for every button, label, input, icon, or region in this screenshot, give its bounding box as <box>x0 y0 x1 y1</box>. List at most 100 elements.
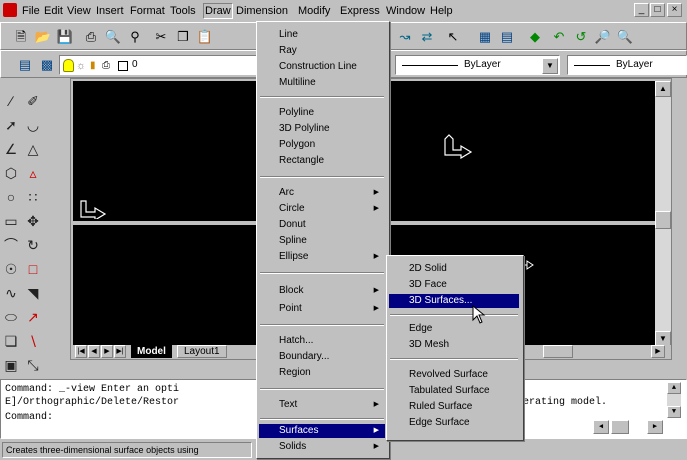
menu-item-ray[interactable]: Ray <box>259 44 385 58</box>
command-hscroll-right[interactable]: ▶ <box>647 420 663 434</box>
menu-item-donut[interactable]: Donut <box>259 218 385 232</box>
erase-icon[interactable]: ✐ <box>22 90 44 112</box>
polygon-icon[interactable]: ⬡ <box>0 162 22 184</box>
open-icon[interactable]: 📂 <box>33 27 53 47</box>
menu-item-point[interactable]: Point ▶ <box>259 302 385 316</box>
menu-item-circle[interactable]: Circle ▶ <box>259 202 385 216</box>
menu-express[interactable]: Express <box>340 4 380 18</box>
pan-icon[interactable]: ↶ <box>549 27 569 47</box>
spline-icon[interactable]: ∿ <box>0 282 22 304</box>
layer-dropdown[interactable]: ☼ ▮ ⎙ 0 <box>59 55 259 75</box>
scroll-up-arrow[interactable]: ▲ <box>667 382 681 394</box>
copy-object-icon[interactable]: ◡ <box>22 114 44 136</box>
menu-item-rectangle[interactable]: Rectangle <box>259 154 385 168</box>
vertical-scrollbar[interactable]: ▲ ▼ <box>655 81 671 347</box>
properties-icon[interactable]: ▦ <box>475 27 495 47</box>
line-icon[interactable]: ∕ <box>0 90 22 112</box>
chevron-down-icon[interactable]: ▼ <box>542 58 558 74</box>
menu-draw[interactable]: Draw <box>203 3 233 19</box>
viewport-top-right[interactable] <box>375 81 669 221</box>
menu-item-3d-polyline[interactable]: 3D Polyline <box>259 122 385 136</box>
menu-item-line[interactable]: Line <box>259 28 385 42</box>
circle-small-icon[interactable]: ○ <box>0 186 22 208</box>
circle-icon[interactable]: ☉ <box>0 258 22 280</box>
menu-edit[interactable]: Edit <box>44 4 63 18</box>
menu-help[interactable]: Help <box>430 4 453 18</box>
menu-item-edge-surface[interactable]: Edge Surface <box>389 416 519 430</box>
rectangle-icon[interactable]: ▭ <box>0 210 22 232</box>
command-prompt[interactable]: Command: <box>5 412 53 423</box>
redraw-icon[interactable]: ↝ <box>395 27 415 47</box>
minimize-button[interactable]: _ <box>634 3 649 17</box>
menu-item-construction-line[interactable]: Construction Line <box>259 60 385 74</box>
move-icon[interactable]: ✥ <box>22 210 44 232</box>
scale-icon[interactable]: □ <box>22 258 44 280</box>
restore-button[interactable]: □ <box>650 3 665 17</box>
tab-model[interactable]: Model <box>131 345 172 358</box>
menu-item-polyline[interactable]: Polyline <box>259 106 385 120</box>
scroll-up-arrow[interactable]: ▲ <box>655 81 671 97</box>
mirror-icon[interactable]: △ <box>22 138 44 160</box>
command-hscroll-thumb[interactable] <box>611 420 629 434</box>
menu-item-3d-surfaces[interactable]: 3D Surfaces... <box>389 294 519 308</box>
distance-icon[interactable]: ⇄ <box>417 27 437 47</box>
menu-item-hatch[interactable]: Hatch... <box>259 334 385 348</box>
menu-item-text[interactable]: Text ▶ <box>259 398 385 412</box>
polyline-icon[interactable]: ∠ <box>0 138 22 160</box>
scroll-right-arrow[interactable]: ▶ <box>651 345 665 358</box>
menu-file[interactable]: File <box>22 4 40 18</box>
menu-item-3d-mesh[interactable]: 3D Mesh <box>389 338 519 352</box>
extend-icon[interactable]: ⤡ <box>22 354 44 376</box>
menu-item-ellipse[interactable]: Ellipse ▶ <box>259 250 385 264</box>
make-current-icon[interactable]: ▩ <box>37 55 57 75</box>
print-icon[interactable]: ⎙ <box>81 27 101 47</box>
menu-tools[interactable]: Tools <box>170 4 196 18</box>
arc-icon[interactable]: ⌒ <box>0 234 22 256</box>
cut-icon[interactable]: ✂ <box>151 27 171 47</box>
menu-item-3d-face[interactable]: 3D Face <box>389 278 519 292</box>
lineweight-dropdown[interactable]: ByLayer <box>567 55 687 75</box>
offset-icon[interactable]: ▵ <box>22 162 44 184</box>
design-center-icon[interactable]: ▤ <box>497 27 517 47</box>
print-preview-icon[interactable]: 🔍 <box>103 27 123 47</box>
menu-modify[interactable]: Modify <box>298 4 330 18</box>
menu-window[interactable]: Window <box>386 4 425 18</box>
menu-item-ruled-surface[interactable]: Ruled Surface <box>389 400 519 414</box>
hscroll-thumb[interactable] <box>543 345 573 358</box>
tab-layout1[interactable]: Layout1 <box>177 345 227 358</box>
scroll-down-arrow[interactable]: ▼ <box>667 406 681 418</box>
menu-item-boundary[interactable]: Boundary... <box>259 350 385 364</box>
layers-icon[interactable]: ▤ <box>15 55 35 75</box>
save-icon[interactable]: 💾 <box>55 27 75 47</box>
menu-dimension[interactable]: Dimension <box>236 4 288 18</box>
rotate-icon[interactable]: ↻ <box>22 234 44 256</box>
make-block-icon[interactable]: ▣ <box>0 354 22 376</box>
tab-prev-arrow[interactable]: ◀ <box>88 345 100 358</box>
menu-view[interactable]: View <box>67 4 91 18</box>
array-icon[interactable]: ∷ <box>22 186 44 208</box>
menu-item-multiline[interactable]: Multiline <box>259 76 385 90</box>
menu-insert[interactable]: Insert <box>96 4 124 18</box>
tab-first-arrow[interactable]: |◀ <box>75 345 87 358</box>
menu-item-region[interactable]: Region <box>259 366 385 380</box>
close-button[interactable]: × <box>667 3 682 17</box>
linetype-dropdown[interactable]: ByLayer ▼ <box>395 55 560 75</box>
today-icon[interactable]: ◆ <box>525 27 545 47</box>
app-icon[interactable] <box>3 3 17 17</box>
command-hscroll-left[interactable]: ◀ <box>593 420 609 434</box>
insert-block-icon[interactable]: ❏ <box>0 330 22 352</box>
help-cursor-icon[interactable]: ↖ <box>443 27 463 47</box>
command-scrollbar[interactable]: ▲ ▼ <box>667 382 681 418</box>
construction-line-icon[interactable]: ➚ <box>0 114 22 136</box>
find-icon[interactable]: ⚲ <box>125 27 145 47</box>
menu-item-polygon[interactable]: Polygon <box>259 138 385 152</box>
zoom-previous-icon[interactable]: 🔍 <box>615 27 635 47</box>
menu-item-solids[interactable]: Solids ▶ <box>259 440 385 454</box>
copy-icon[interactable]: ❐ <box>173 27 193 47</box>
paste-icon[interactable]: 📋 <box>195 27 215 47</box>
new-icon[interactable]: 🗎 <box>11 27 31 47</box>
menu-item-arc[interactable]: Arc ▶ <box>259 186 385 200</box>
menu-item-2d-solid[interactable]: 2D Solid <box>389 262 519 276</box>
zoom-realtime-icon[interactable]: ↺ <box>571 27 591 47</box>
scroll-thumb[interactable] <box>655 211 671 229</box>
